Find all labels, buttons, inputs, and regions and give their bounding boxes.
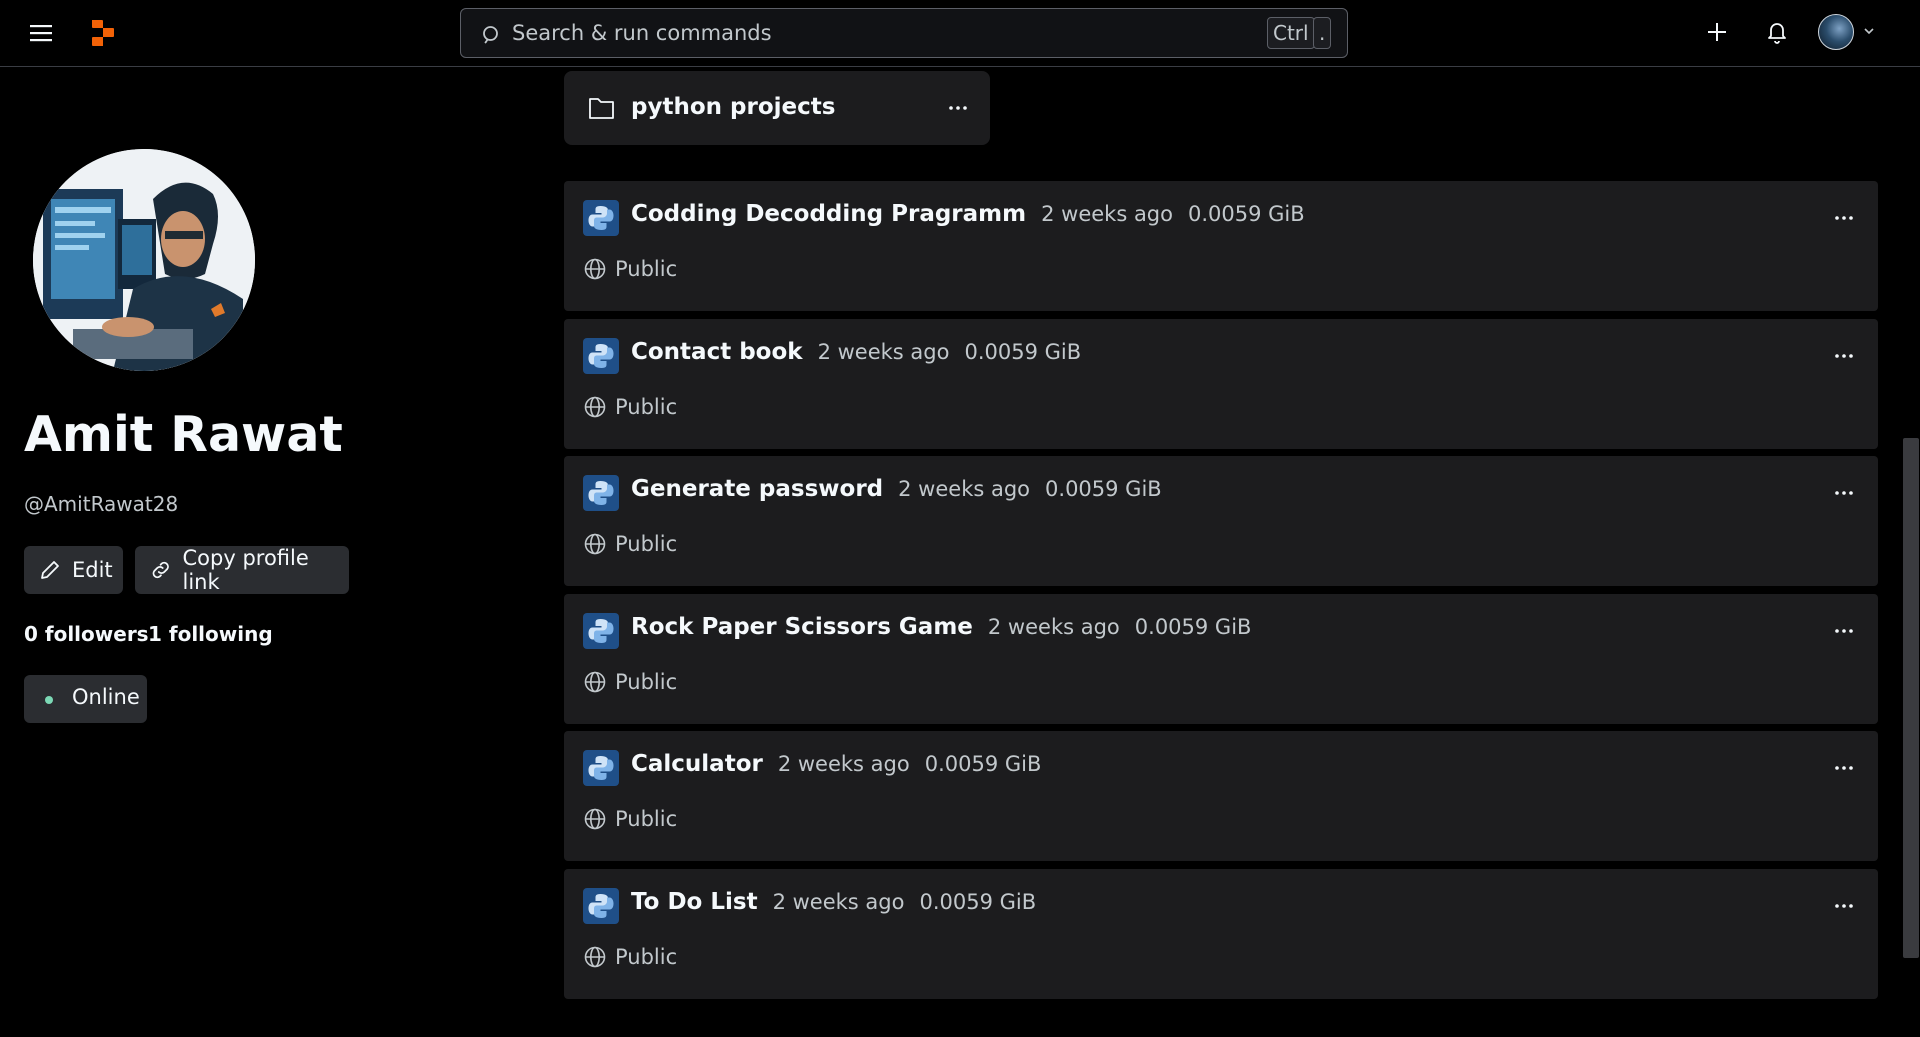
repl-size: 0.0059 GiB — [919, 890, 1037, 914]
more-options-icon[interactable] — [1830, 205, 1858, 231]
profile-avatar — [33, 149, 255, 371]
shortcut-period-key: . — [1313, 17, 1332, 49]
repl-size: 0.0059 GiB — [924, 752, 1042, 776]
repl-title: Generate password 2 weeks ago 0.0059 GiB — [631, 476, 1162, 502]
python-icon — [583, 200, 619, 236]
profile-name: Amit Rawat — [24, 406, 343, 463]
python-icon — [583, 613, 619, 649]
repl-visibility: Public — [583, 945, 677, 969]
following-count-link[interactable]: 1 following — [148, 622, 273, 646]
globe-icon — [584, 808, 606, 830]
status-label: Online — [72, 685, 140, 709]
visibility-label: Public — [615, 532, 678, 556]
repl-updated-time: 2 weeks ago — [898, 477, 1031, 501]
repl-title: Contact book 2 weeks ago 0.0059 GiB — [631, 339, 1081, 365]
bell-icon[interactable] — [1763, 18, 1791, 46]
repl-card[interactable]: Calculator 2 weeks ago 0.0059 GiB Public — [564, 731, 1878, 861]
globe-icon — [584, 671, 606, 693]
repl-name: Contact book — [631, 339, 803, 365]
repl-card[interactable]: Contact book 2 weeks ago 0.0059 GiB Public — [564, 319, 1878, 449]
profile-avatar-illustration — [33, 149, 255, 371]
copy-profile-link-button[interactable]: Copy profile link — [135, 546, 349, 594]
replit-logo[interactable] — [88, 18, 118, 48]
status-dot-icon — [45, 696, 53, 704]
shortcut-ctrl-key: Ctrl — [1267, 17, 1315, 49]
repl-name: Generate password — [631, 476, 884, 502]
python-icon — [583, 338, 619, 374]
more-options-icon[interactable] — [1830, 480, 1858, 506]
repl-visibility: Public — [583, 532, 677, 556]
python-icon — [583, 475, 619, 511]
visibility-label: Public — [615, 807, 678, 831]
repl-updated-time: 2 weeks ago — [817, 340, 950, 364]
search-icon — [483, 26, 498, 44]
repl-name: Rock Paper Scissors Game — [631, 614, 973, 640]
repl-card[interactable]: Generate password 2 weeks ago 0.0059 GiB P… — [564, 456, 1878, 586]
command-search-bar[interactable]: Search & run commands Ctrl . — [460, 8, 1348, 58]
copy-profile-link-label: Copy profile link — [182, 546, 309, 594]
repl-name: Codding Decodding Pragramm — [631, 201, 1027, 227]
globe-icon — [584, 533, 606, 555]
repl-name: To Do List — [631, 889, 758, 915]
scrollbar-thumb[interactable] — [1903, 438, 1919, 958]
pencil-icon — [41, 561, 59, 579]
globe-icon — [584, 258, 606, 280]
folder-card[interactable]: python projects — [564, 71, 990, 145]
menu-icon[interactable] — [27, 20, 57, 46]
repl-size: 0.0059 GiB — [1188, 202, 1305, 226]
repl-visibility: Public — [583, 670, 677, 694]
avatar — [1818, 14, 1854, 50]
python-icon — [583, 888, 619, 924]
search-placeholder: Search & run commands — [512, 21, 772, 45]
repl-updated-time: 2 weeks ago — [772, 890, 905, 914]
repl-card[interactable]: Codding Decodding Pragramm 2 weeks ago 0.0… — [564, 181, 1878, 311]
repl-title: Codding Decodding Pragramm 2 weeks ago 0.0… — [631, 201, 1305, 227]
repl-title: Calculator 2 weeks ago 0.0059 GiB — [631, 751, 1041, 777]
more-options-icon[interactable] — [1830, 343, 1858, 369]
repl-title: To Do List 2 weeks ago 0.0059 GiB — [631, 889, 1036, 915]
followers-count-link[interactable]: 0 followers — [24, 622, 149, 646]
repl-name: Calculator — [631, 751, 763, 777]
plus-icon[interactable] — [1703, 18, 1731, 46]
online-status-badge[interactable]: Online — [24, 675, 147, 723]
more-options-icon[interactable] — [944, 95, 972, 121]
repl-updated-time: 2 weeks ago — [987, 615, 1120, 639]
folder-icon — [589, 98, 614, 119]
repl-updated-time: 2 weeks ago — [777, 752, 910, 776]
top-navigation-bar: Search & run commands Ctrl . — [0, 0, 1920, 67]
repl-card[interactable]: To Do List 2 weeks ago 0.0059 GiB Public — [564, 869, 1878, 999]
repl-visibility: Public — [583, 257, 677, 281]
repl-visibility: Public — [583, 807, 677, 831]
python-icon — [583, 750, 619, 786]
edit-profile-button[interactable]: Edit — [24, 546, 123, 594]
repl-size: 0.0059 GiB — [1134, 615, 1252, 639]
link-icon — [152, 561, 169, 579]
more-options-icon[interactable] — [1830, 893, 1858, 919]
visibility-label: Public — [615, 395, 678, 419]
edit-button-label: Edit — [72, 558, 113, 582]
repl-card[interactable]: Rock Paper Scissors Game 2 weeks ago 0.005… — [564, 594, 1878, 724]
account-menu-button[interactable] — [1818, 14, 1878, 50]
more-options-icon[interactable] — [1830, 618, 1858, 644]
profile-username: @AmitRawat28 — [24, 492, 179, 516]
visibility-label: Public — [615, 670, 678, 694]
repl-title: Rock Paper Scissors Game 2 weeks ago 0.005… — [631, 614, 1251, 640]
repl-size: 0.0059 GiB — [1045, 477, 1162, 501]
more-options-icon[interactable] — [1830, 755, 1858, 781]
folder-name: python projects — [631, 94, 836, 120]
repl-updated-time: 2 weeks ago — [1041, 202, 1173, 226]
repl-visibility: Public — [583, 395, 677, 419]
repl-size: 0.0059 GiB — [964, 340, 1082, 364]
globe-icon — [584, 396, 606, 418]
visibility-label: Public — [615, 945, 678, 969]
visibility-label: Public — [615, 257, 678, 281]
globe-icon — [584, 946, 606, 968]
chevron-down-icon — [1864, 28, 1874, 35]
